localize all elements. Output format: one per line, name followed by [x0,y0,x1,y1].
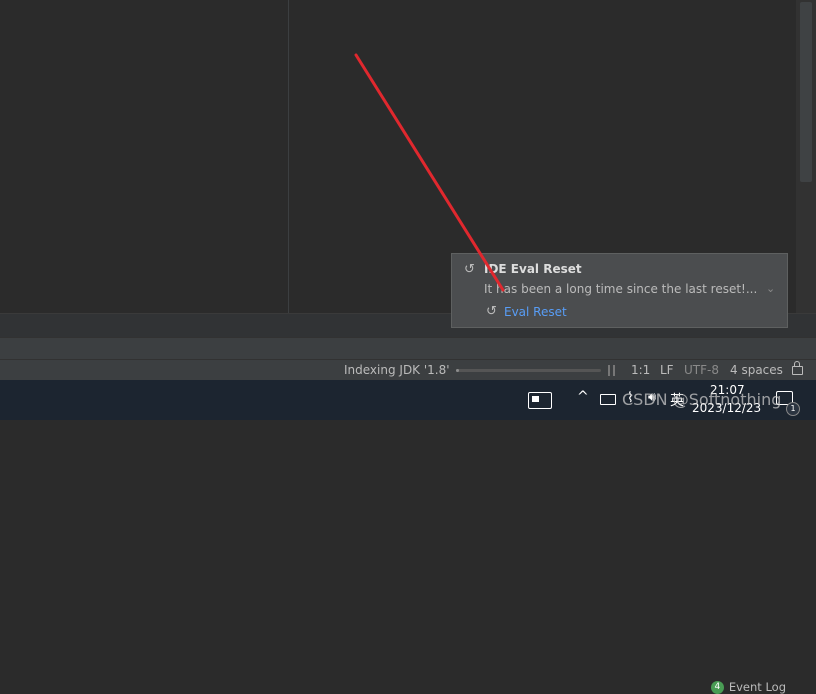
battery-icon[interactable] [600,394,616,405]
eval-reset-link[interactable]: Eval Reset [504,305,567,319]
indent-setting[interactable]: 4 spaces [730,363,783,377]
event-log-button[interactable]: 4 Event Log [710,680,786,694]
indexing-progress-bar [456,369,601,372]
notification-body: It has been a long time since the last r… [484,282,758,296]
chevron-down-icon[interactable]: ⌄ [766,282,775,295]
vertical-scrollbar[interactable] [796,0,816,313]
lock-icon[interactable] [792,361,803,375]
event-log-count-badge: 4 [710,680,724,694]
file-encoding[interactable]: UTF-8 [684,363,719,377]
eval-reset-notification[interactable]: ↺ IDE Eval Reset It has been a long time… [451,253,788,328]
split-divider[interactable] [288,0,289,313]
notification-title: IDE Eval Reset [484,262,582,276]
pause-icon[interactable] [608,365,615,376]
undo-icon: ↺ [464,262,475,277]
tool-window-bar: 4 Event Log [0,337,816,694]
notification-count-badge: 1 [786,402,800,416]
undo-icon: ↺ [486,304,497,319]
caret-position[interactable]: 1:1 [631,363,650,377]
csdn-watermark: CSDN @Softnothing [622,390,782,409]
chevron-up-icon[interactable]: ^ [577,389,589,405]
line-separator[interactable]: LF [660,363,674,377]
indexing-status[interactable]: Indexing JDK '1.8' [344,363,450,377]
news-widget-icon[interactable] [528,392,552,409]
scrollbar-thumb[interactable] [800,2,812,182]
indexing-progress-fill [456,369,459,372]
status-bar: Indexing JDK '1.8' 1:1 LF UTF-8 4 spaces [0,359,816,381]
event-log-label: Event Log [728,680,786,694]
